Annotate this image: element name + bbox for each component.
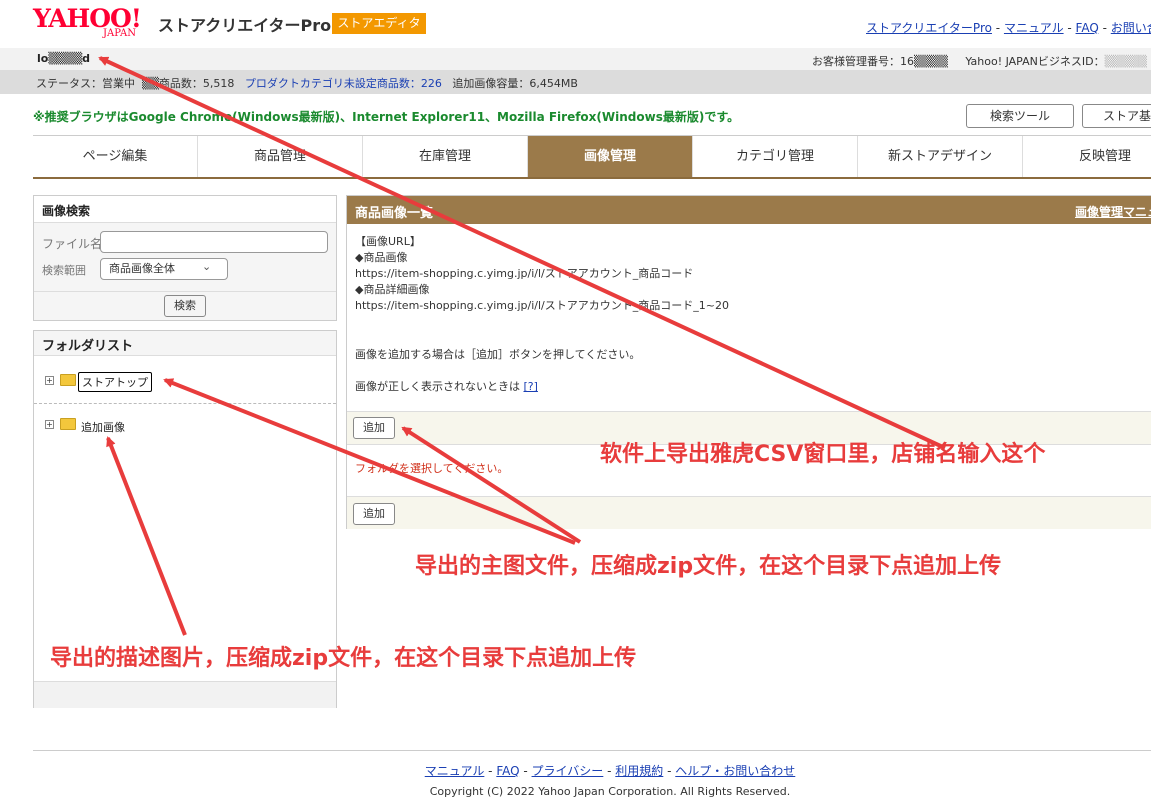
annotation-detail-image: 导出的描述图片，压缩成zip文件，在这个目录下点追加上传 — [50, 646, 637, 671]
annotation-arrows — [98, 56, 946, 636]
annotation-main-image: 导出的主图文件，压缩成zip文件，在这个目录下点追加上传 — [415, 554, 1002, 579]
arrow-to-added-images — [106, 436, 187, 636]
annotation-store-name: 软件上导出雅虎CSV窗口里，店铺名输入这个 — [600, 442, 1046, 467]
arrow-to-store-top — [163, 378, 576, 545]
arrow-to-account-id — [98, 56, 946, 450]
